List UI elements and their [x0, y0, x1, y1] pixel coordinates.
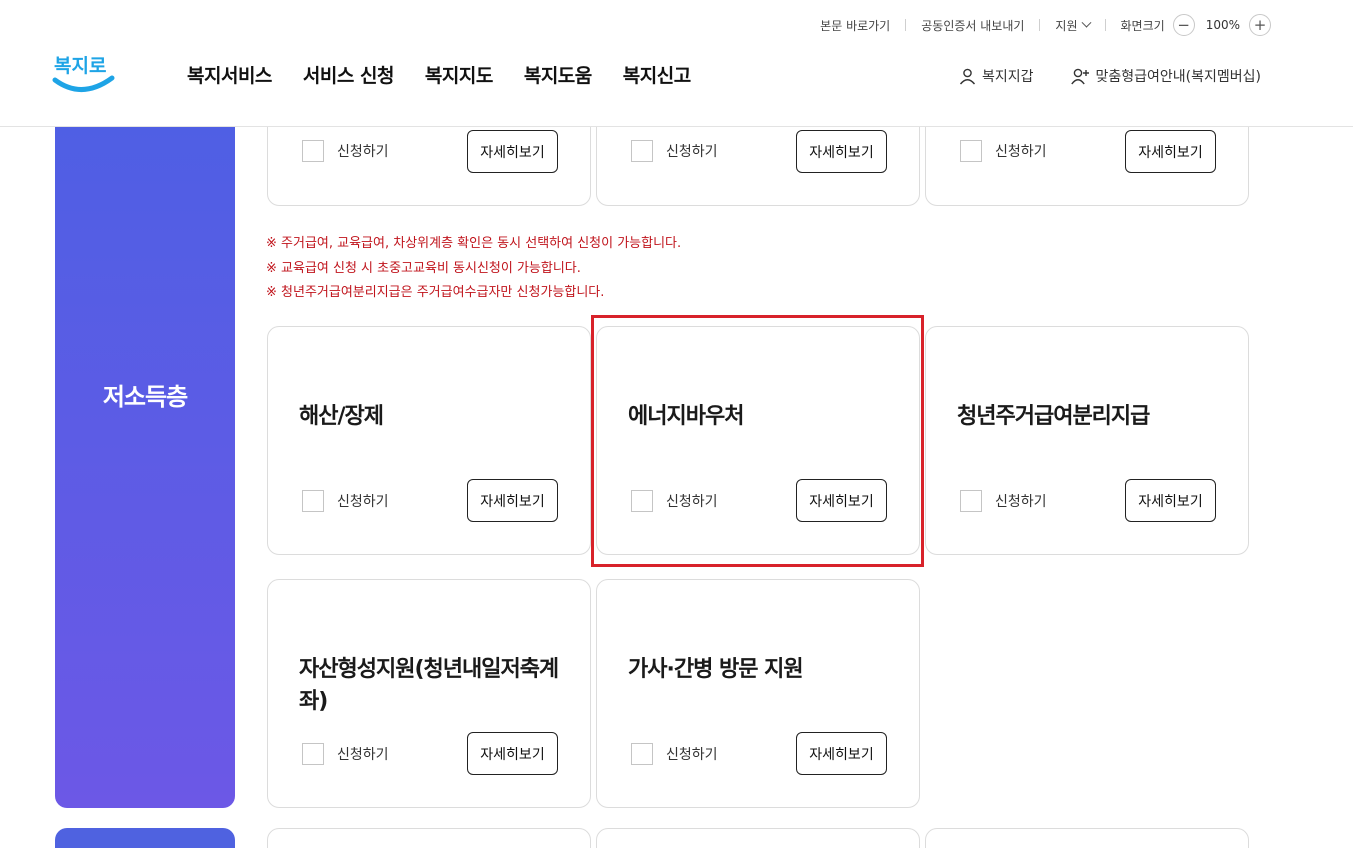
cert-export-link[interactable]: 공동인증서 내보내기 [921, 13, 1024, 37]
apply-label: 신청하기 [337, 747, 389, 763]
membership-link[interactable]: 맞춤형급여안내(복지멤버십) [1070, 66, 1261, 86]
detail-button[interactable]: 자세히보기 [796, 479, 887, 522]
detail-button[interactable]: 자세히보기 [796, 130, 887, 173]
apply-checkbox-row[interactable]: 신청하기 [960, 140, 1047, 162]
service-card-partial [596, 828, 920, 848]
apply-label: 신청하기 [666, 144, 718, 160]
divider [905, 19, 907, 31]
detail-button[interactable]: 자세히보기 [467, 732, 558, 775]
apply-label: 신청하기 [666, 494, 718, 510]
service-title: 해산/장제 [299, 404, 384, 429]
apply-label: 신청하기 [995, 144, 1047, 160]
category-panel-low-income: 저소득층 [55, 127, 235, 808]
apply-label: 신청하기 [995, 494, 1047, 510]
bokjiro-logo-image: 복지로 [52, 55, 115, 92]
apply-label: 신청하기 [666, 747, 718, 763]
apply-checkbox[interactable] [631, 490, 653, 512]
zoom-out-button[interactable]: − [1172, 14, 1195, 36]
detail-button[interactable]: 자세히보기 [467, 130, 558, 173]
apply-checkbox-row[interactable]: 신청하기 [302, 490, 389, 512]
apply-checkbox-row[interactable]: 신청하기 [302, 140, 389, 162]
site-header: 본문 바로가기 공동인증서 내보내기 지원 화면크기 − 100% + 복지로 … [0, 0, 1353, 127]
apply-checkbox-row[interactable]: 신청하기 [302, 743, 389, 765]
apply-checkbox[interactable] [302, 140, 324, 162]
apply-checkbox[interactable] [960, 140, 982, 162]
notice-line: ※ 청년주거급여분리지급은 주거급여수급자만 신청가능합니다. [266, 285, 605, 300]
apply-checkbox-row[interactable]: 신청하기 [631, 743, 718, 765]
category-title: 저소득층 [102, 383, 188, 411]
support-dropdown[interactable]: 지원 [1055, 13, 1091, 37]
apply-checkbox-row[interactable]: 신청하기 [631, 140, 718, 162]
service-title: 가사·간병 방문 지원 [628, 657, 804, 682]
bokjiro-logo[interactable]: 복지로 [52, 50, 118, 98]
zoom-level: 100% [1205, 18, 1240, 32]
apply-checkbox[interactable] [302, 490, 324, 512]
skip-to-content-link[interactable]: 본문 바로가기 [820, 13, 890, 37]
chevron-down-icon [1081, 17, 1091, 28]
detail-button[interactable]: 자세히보기 [1125, 130, 1216, 173]
utility-bar: 본문 바로가기 공동인증서 내보내기 지원 화면크기 − 100% + [820, 13, 1271, 37]
apply-checkbox[interactable] [960, 490, 982, 512]
welfare-wallet-link[interactable]: 복지지갑 [959, 66, 1034, 86]
divider [1104, 19, 1106, 31]
zoom-in-button[interactable]: + [1249, 14, 1271, 36]
detail-button[interactable]: 자세히보기 [1125, 479, 1216, 522]
service-card-asset-building: 자산형성지원(청년내일저축계좌) 신청하기 자세히보기 [267, 579, 591, 808]
notice-line: ※ 주거급여, 교육급여, 차상위계층 확인은 동시 선택하여 신청이 가능합니… [266, 236, 682, 251]
main-navigation: 복지서비스 서비스 신청 복지지도 복지도움 복지신고 [187, 61, 722, 88]
nav-service-application[interactable]: 서비스 신청 [303, 61, 395, 88]
user-add-icon [1070, 68, 1089, 84]
notice-line: ※ 교육급여 신청 시 초중고교육비 동시신청이 가능합니다. [266, 260, 581, 276]
user-icon [959, 68, 976, 84]
divider [1039, 19, 1041, 31]
screen-size-label: 화면크기 [1120, 18, 1165, 33]
category-panel-next [55, 828, 235, 848]
service-card-youth-housing: 청년주거급여분리지급 신청하기 자세히보기 [925, 326, 1249, 555]
notice-list: ※ 주거급여, 교육급여, 차상위계층 확인은 동시 선택하여 신청이 가능합니… [266, 232, 681, 306]
apply-checkbox[interactable] [631, 743, 653, 765]
service-title: 청년주거급여분리지급 [957, 404, 1150, 429]
logo-lettering: 복지로 [54, 55, 106, 77]
nav-welfare-services[interactable]: 복지서비스 [187, 61, 272, 88]
service-title: 에너지바우처 [628, 404, 744, 429]
support-label: 지원 [1055, 18, 1078, 33]
apply-label: 신청하기 [337, 494, 389, 510]
member-links: 복지지갑 맞춤형급여안내(복지멤버십) [922, 66, 1261, 86]
service-card-partial [925, 828, 1249, 848]
welfare-wallet-label: 복지지갑 [981, 69, 1034, 85]
apply-checkbox-row[interactable]: 신청하기 [631, 490, 718, 512]
service-card-home-care: 가사·간병 방문 지원 신청하기 자세히보기 [596, 579, 920, 808]
service-card-partial [267, 828, 591, 848]
screen-size-control: 화면크기 − 100% + [1121, 13, 1271, 37]
nav-welfare-help[interactable]: 복지도움 [524, 61, 592, 88]
service-title: 자산형성지원(청년내일저축계좌) [299, 657, 559, 714]
detail-button[interactable]: 자세히보기 [796, 732, 887, 775]
nav-welfare-report[interactable]: 복지신고 [623, 61, 691, 88]
membership-label: 맞춤형급여안내(복지멤버십) [1095, 69, 1261, 85]
apply-checkbox[interactable] [302, 743, 324, 765]
detail-button[interactable]: 자세히보기 [467, 479, 558, 522]
nav-welfare-map[interactable]: 복지지도 [425, 61, 493, 88]
apply-checkbox[interactable] [631, 140, 653, 162]
service-card-energy-voucher: 에너지바우처 신청하기 자세히보기 [596, 326, 920, 555]
apply-label: 신청하기 [337, 144, 389, 160]
apply-checkbox-row[interactable]: 신청하기 [960, 490, 1047, 512]
service-card-funeral: 해산/장제 신청하기 자세히보기 [267, 326, 591, 555]
